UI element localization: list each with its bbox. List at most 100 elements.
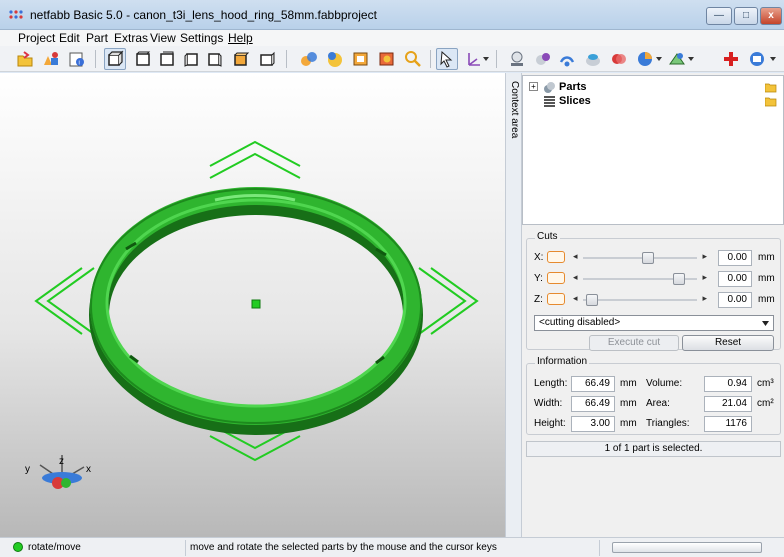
cut-z-slider[interactable]: ◂ ▸ [571,293,709,307]
analyze-icon[interactable] [558,50,576,68]
axis-y-label: y [25,464,30,475]
3d-viewport[interactable]: z y x [0,73,505,537]
menu-edit[interactable]: Edit [59,31,80,45]
status-hint-cell: move and rotate the selected parts by th… [186,540,600,556]
status-mode-cell: rotate/move [0,540,186,556]
tree-label-slices: Slices [559,95,591,107]
tree-label-parts: Parts [559,81,587,93]
reset-button[interactable]: Reset [682,335,774,351]
boolean-icon[interactable] [610,50,628,68]
cut-x-toggle[interactable] [547,251,565,263]
maximize-button[interactable]: □ [734,7,758,25]
menu-project[interactable]: Project [18,31,55,45]
minimize-button[interactable]: — [706,7,732,25]
rotation-center-marker[interactable] [251,299,261,309]
extras-icon[interactable] [668,50,686,68]
height-value: 3.00 [571,416,615,432]
project-tree[interactable]: + Parts Slices [522,75,784,225]
menu-part[interactable]: Part [86,31,108,45]
shading-icon[interactable] [300,50,318,68]
toolbar: i [0,46,784,72]
chevron-down-icon [762,321,769,326]
right-panel: + Parts Slices Cuts X: ◂ ▸ 0.00 mm Y: ◂ … [522,73,784,537]
color-mode-icon[interactable] [326,50,344,68]
cut-z-label: Z: [534,294,543,305]
cut-x-slider[interactable]: ◂ ▸ [571,251,709,265]
help-icon[interactable] [748,50,766,68]
view-back-cube-icon[interactable] [158,50,176,68]
tree-item-slices[interactable]: Slices [529,95,779,109]
cut-x-value-input[interactable]: 0.00 [718,250,752,266]
bounding-box-icon[interactable] [352,50,370,68]
cut-y-thumb[interactable] [672,273,685,285]
cut-z-value-input[interactable]: 0.00 [718,292,752,308]
menu-extras[interactable]: Extras [114,31,148,45]
cut-z-thumb[interactable] [586,294,599,306]
zoom-icon[interactable] [404,50,422,68]
chevron-down-icon[interactable] [656,56,662,62]
area-label: Area: [646,398,670,409]
context-area-tab[interactable]: Context area [505,73,522,537]
cut-x-right-arrow[interactable]: ▸ [702,251,707,262]
information-title: Information [535,356,590,367]
nav-chevron-up-icon[interactable] [209,140,301,179]
view-bottom-cube-icon[interactable] [258,50,276,68]
view-right-cube-icon[interactable] [206,50,224,68]
viewport-canvas[interactable] [0,73,505,537]
view-left-cube-icon[interactable] [182,50,200,68]
length-label: Length: [534,378,568,389]
cut-y-label: Y: [534,273,543,284]
triangles-value: 1176 [704,416,752,432]
nav-chevron-right-icon[interactable] [418,267,479,335]
menu-help[interactable]: Help [228,31,253,45]
pie-chart-icon[interactable] [636,50,654,68]
menu-view[interactable]: View [150,31,176,45]
close-button[interactable]: x [760,7,782,25]
cutting-mode-dropdown[interactable]: <cutting disabled> [534,315,774,331]
nav-chevron-left-icon[interactable] [34,267,95,335]
tree-item-parts[interactable]: + Parts [529,81,779,95]
mesh-view-icon[interactable] [378,50,396,68]
view-front-cube-icon[interactable] [134,50,152,68]
cut-x-left-arrow[interactable]: ◂ [573,251,578,262]
slices-icon [544,96,555,107]
execute-cut-button[interactable]: Execute cut [589,335,679,351]
expand-toggle[interactable]: + [529,82,538,91]
status-indicator-icon [13,542,23,552]
volume-label: Volume: [646,378,683,389]
width-unit: mm [620,398,637,409]
open-project-icon[interactable] [16,50,34,68]
cut-z-right-arrow[interactable]: ▸ [702,293,707,304]
chevron-down-icon[interactable] [483,56,489,62]
cut-y-slider[interactable]: ◂ ▸ [571,272,709,286]
cut-x-thumb[interactable] [642,252,655,264]
part-info-icon[interactable]: i [68,50,86,68]
volume-value: 0.94 [704,376,752,392]
cut-y-toggle[interactable] [547,272,565,284]
area-unit: cm² [757,398,774,409]
add-red-plus-icon[interactable] [722,50,740,68]
view-iso-cube-icon[interactable] [106,50,124,68]
folder-open-icon[interactable] [765,96,777,107]
add-part-icon[interactable] [42,50,60,68]
cut-icon[interactable] [584,50,602,68]
menu-settings[interactable]: Settings [180,31,223,45]
volume-unit: cm³ [757,378,774,389]
selection-status: 1 of 1 part is selected. [526,441,781,457]
cuts-title: Cuts [535,231,560,242]
cut-y-left-arrow[interactable]: ◂ [573,272,578,283]
cut-z-toggle[interactable] [547,293,565,305]
chevron-down-icon[interactable] [688,56,694,62]
folder-open-icon[interactable] [765,82,777,93]
chevron-down-icon[interactable] [770,56,776,62]
repair-icon[interactable] [534,50,552,68]
select-pointer-icon[interactable] [438,50,456,68]
cut-x-unit: mm [758,252,775,263]
cut-y-right-arrow[interactable]: ▸ [702,272,707,283]
view-top-cube-icon[interactable] [232,50,250,68]
cut-z-left-arrow[interactable]: ◂ [573,293,578,304]
context-area-label: Context area [509,81,520,139]
coordinate-axes-icon[interactable] [464,50,482,68]
cut-y-value-input[interactable]: 0.00 [718,271,752,287]
measure-icon[interactable] [508,50,526,68]
